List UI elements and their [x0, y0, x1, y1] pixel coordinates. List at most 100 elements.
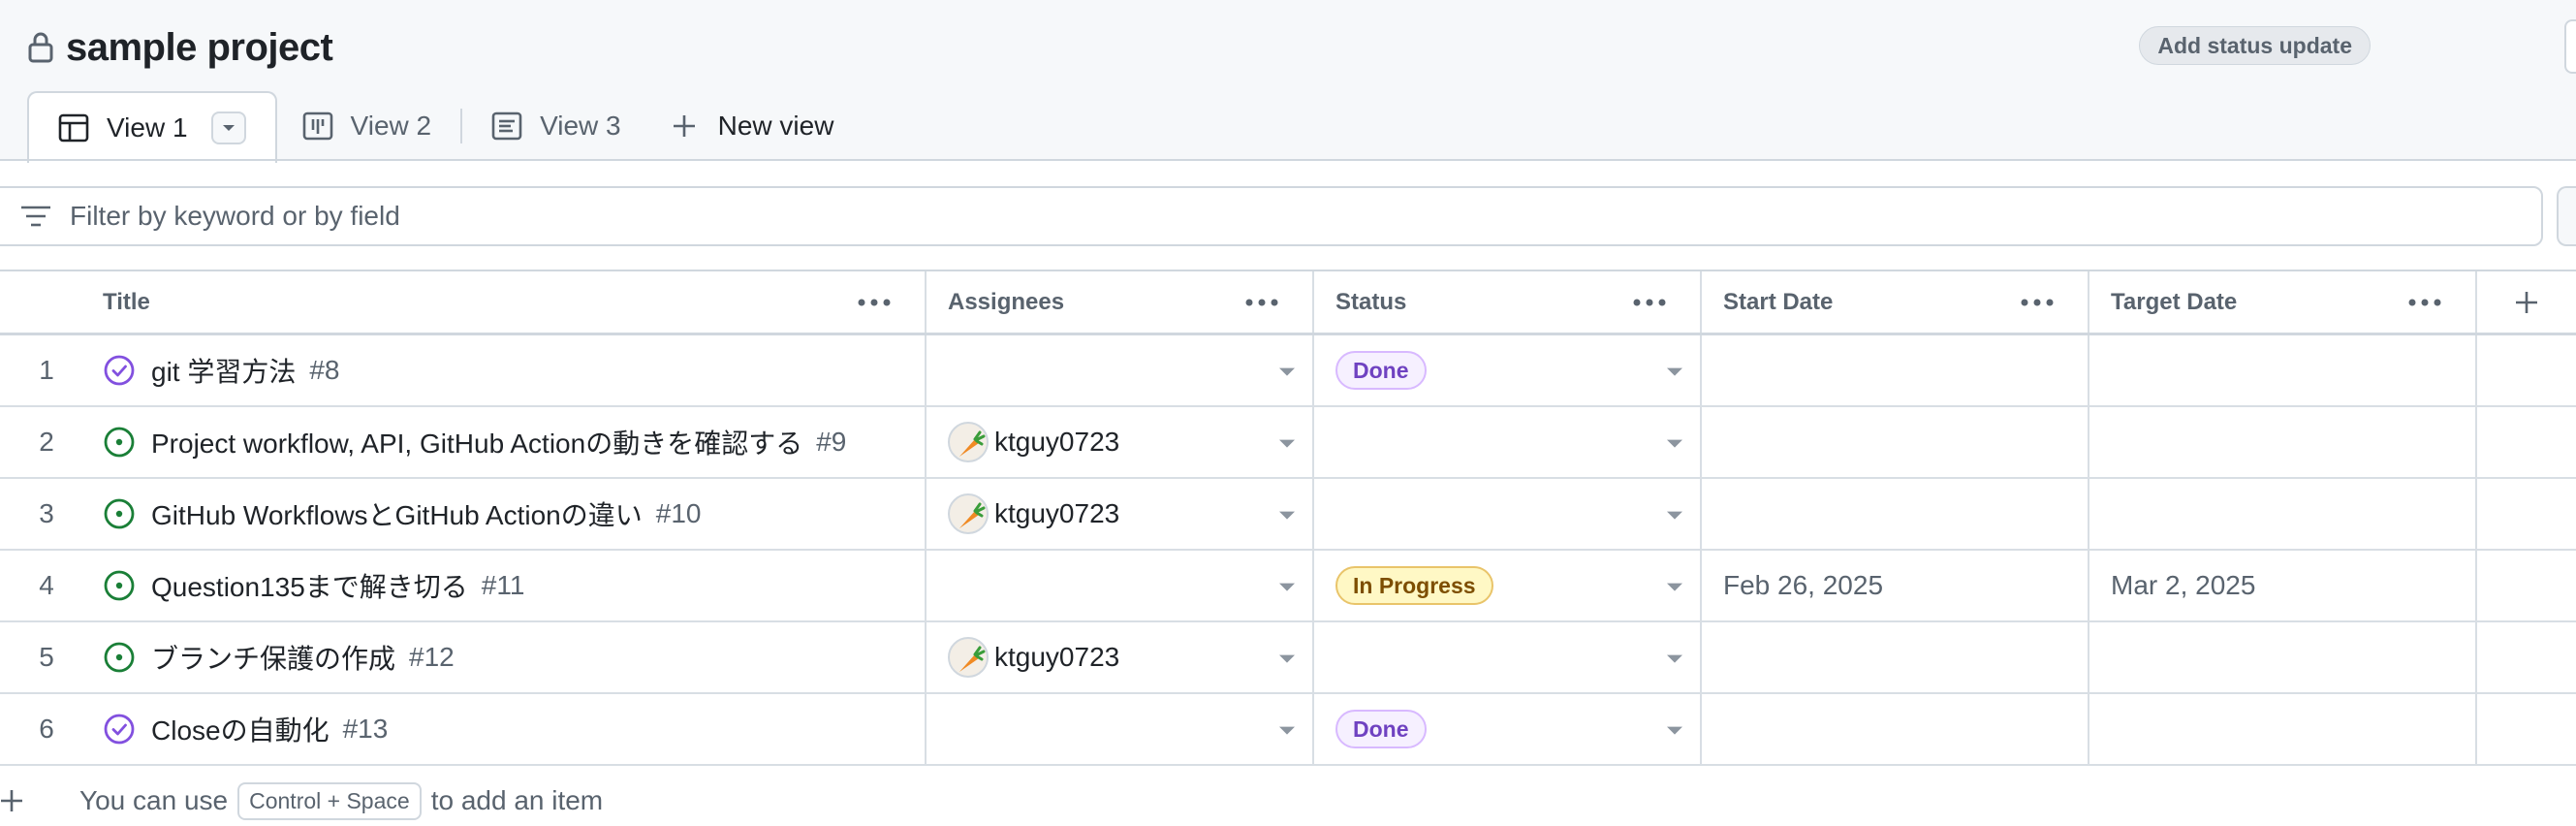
table-row[interactable]: 3 GitHub WorkflowsとGitHub Actionの違い #10 …: [0, 479, 2576, 551]
issue-title-link[interactable]: git 学習方法: [151, 351, 296, 390]
row-number: 4: [39, 570, 54, 600]
status-cell[interactable]: [1314, 407, 1702, 477]
project-table: Title Assignees Status Start Date Target…: [0, 270, 2576, 766]
filter-icon: [21, 206, 50, 227]
column-header-title[interactable]: Title: [93, 271, 927, 333]
chevron-down-icon[interactable]: [1279, 726, 1295, 735]
target-date-cell[interactable]: [2089, 622, 2477, 692]
start-date-cell[interactable]: Feb 26, 2025: [1702, 551, 2089, 620]
chevron-down-icon[interactable]: [1279, 439, 1295, 448]
more-horizontal-icon[interactable]: [1632, 298, 1667, 307]
status-cell[interactable]: [1314, 622, 1702, 692]
target-date-cell[interactable]: [2089, 479, 2477, 549]
table-row[interactable]: 5 ブランチ保護の作成 #12 ktguy0723: [0, 622, 2576, 694]
start-date-cell[interactable]: [1702, 694, 2089, 764]
table-row[interactable]: 1 git 学習方法 #8 Done: [0, 335, 2576, 407]
tab-label: View 1: [107, 112, 188, 143]
assignees-cell[interactable]: [927, 694, 1314, 764]
plus-icon: [673, 115, 695, 137]
assignee-name[interactable]: ktguy0723: [994, 498, 1119, 529]
status-cell[interactable]: In Progress: [1314, 551, 1702, 620]
filter-input[interactable]: Filter by keyword or by field: [70, 201, 400, 232]
more-horizontal-icon[interactable]: [857, 298, 892, 307]
assignees-cell[interactable]: [927, 335, 1314, 405]
status-cell[interactable]: Done: [1314, 694, 1702, 764]
status-badge: Done: [1335, 351, 1427, 390]
chevron-down-icon[interactable]: [1667, 511, 1682, 520]
add-status-update-button[interactable]: Add status update: [2139, 26, 2371, 65]
title-cell[interactable]: ブランチ保護の作成 #12: [93, 622, 927, 692]
chevron-down-icon[interactable]: [1279, 654, 1295, 663]
table-row[interactable]: 6 Closeの自動化 #13 Done: [0, 694, 2576, 766]
chevron-down-icon[interactable]: [1667, 654, 1682, 663]
assignee-name[interactable]: ktguy0723: [994, 427, 1119, 458]
column-header-start-date[interactable]: Start Date: [1702, 271, 2089, 333]
title-cell[interactable]: git 学習方法 #8: [93, 335, 927, 405]
chevron-down-icon[interactable]: [1279, 583, 1295, 591]
chevron-down-icon[interactable]: [1667, 583, 1682, 591]
more-horizontal-icon[interactable]: [2020, 298, 2055, 307]
assignees-cell[interactable]: [927, 551, 1314, 620]
row-number: 3: [39, 498, 54, 528]
filter-bar[interactable]: Filter by keyword or by field: [0, 186, 2543, 246]
add-item-row[interactable]: You can use Control + Space to add an it…: [0, 778, 603, 824]
issue-title-link[interactable]: Question135まで解き切る: [151, 566, 468, 605]
assignees-cell[interactable]: ktguy0723: [927, 479, 1314, 549]
row-number: 1: [39, 355, 54, 385]
status-cell[interactable]: Done: [1314, 335, 1702, 405]
chevron-down-icon[interactable]: [1667, 726, 1682, 735]
start-date-cell[interactable]: [1702, 335, 2089, 405]
tab-view-1[interactable]: View 1: [27, 91, 277, 163]
new-view-button[interactable]: New view: [646, 91, 860, 161]
target-date-cell[interactable]: [2089, 694, 2477, 764]
title-cell[interactable]: Project workflow, API, GitHub Actionの動きを…: [93, 407, 927, 477]
chevron-down-icon[interactable]: [1279, 511, 1295, 520]
filter-actions-button[interactable]: [2557, 186, 2576, 246]
assignees-cell[interactable]: ktguy0723: [927, 622, 1314, 692]
issue-title-link[interactable]: GitHub WorkflowsとGitHub Actionの違い: [151, 494, 643, 533]
table-body: 1 git 学習方法 #8 Done 2 Project workflow, A…: [0, 335, 2576, 766]
issue-number: #12: [409, 642, 455, 672]
target-date-cell[interactable]: [2089, 335, 2477, 405]
issue-open-icon: [104, 498, 135, 529]
issue-title-link[interactable]: Closeの自動化: [151, 710, 330, 748]
target-date-value: Mar 2, 2025: [2111, 570, 2256, 600]
issue-title-link[interactable]: ブランチ保護の作成: [151, 638, 395, 677]
more-options-button[interactable]: [2564, 19, 2576, 74]
chevron-down-icon[interactable]: [1667, 367, 1682, 376]
row-number: 2: [39, 427, 54, 457]
target-date-cell[interactable]: Mar 2, 2025: [2089, 551, 2477, 620]
start-date-cell[interactable]: [1702, 622, 2089, 692]
issue-title-link[interactable]: Project workflow, API, GitHub Actionの動きを…: [151, 423, 802, 461]
chevron-down-icon[interactable]: [1279, 367, 1295, 376]
more-horizontal-icon[interactable]: [2407, 298, 2442, 307]
start-date-cell[interactable]: [1702, 479, 2089, 549]
title-cell[interactable]: GitHub WorkflowsとGitHub Actionの違い #10: [93, 479, 927, 549]
status-badge: In Progress: [1335, 566, 1493, 605]
add-field-button[interactable]: [2477, 271, 2576, 333]
table-row[interactable]: 2 Project workflow, API, GitHub Actionの動…: [0, 407, 2576, 479]
assignee-name[interactable]: ktguy0723: [994, 642, 1119, 673]
assignees-cell[interactable]: ktguy0723: [927, 407, 1314, 477]
tab-view-2[interactable]: View 2: [277, 91, 457, 161]
avatar: [948, 422, 989, 462]
empty-cell: [2477, 335, 2576, 405]
column-header-status[interactable]: Status: [1314, 271, 1702, 333]
table-row[interactable]: 4 Question135まで解き切る #11 In Progress Feb …: [0, 551, 2576, 622]
project-title[interactable]: sample project: [66, 26, 333, 70]
more-horizontal-icon[interactable]: [1244, 298, 1279, 307]
tab-view-3[interactable]: View 3: [466, 91, 646, 161]
column-header-target-date[interactable]: Target Date: [2089, 271, 2477, 333]
title-cell[interactable]: Question135まで解き切る #11: [93, 551, 927, 620]
title-cell[interactable]: Closeの自動化 #13: [93, 694, 927, 764]
chevron-down-icon[interactable]: [1667, 439, 1682, 448]
status-cell[interactable]: [1314, 479, 1702, 549]
target-date-cell[interactable]: [2089, 407, 2477, 477]
column-label: Status: [1335, 288, 1407, 315]
start-date-cell[interactable]: [1702, 407, 2089, 477]
row-number-header: [0, 271, 93, 333]
view-options-dropdown[interactable]: [210, 111, 246, 144]
column-header-assignees[interactable]: Assignees: [927, 271, 1314, 333]
empty-cell: [2477, 622, 2576, 692]
tab-divider: [460, 109, 463, 143]
